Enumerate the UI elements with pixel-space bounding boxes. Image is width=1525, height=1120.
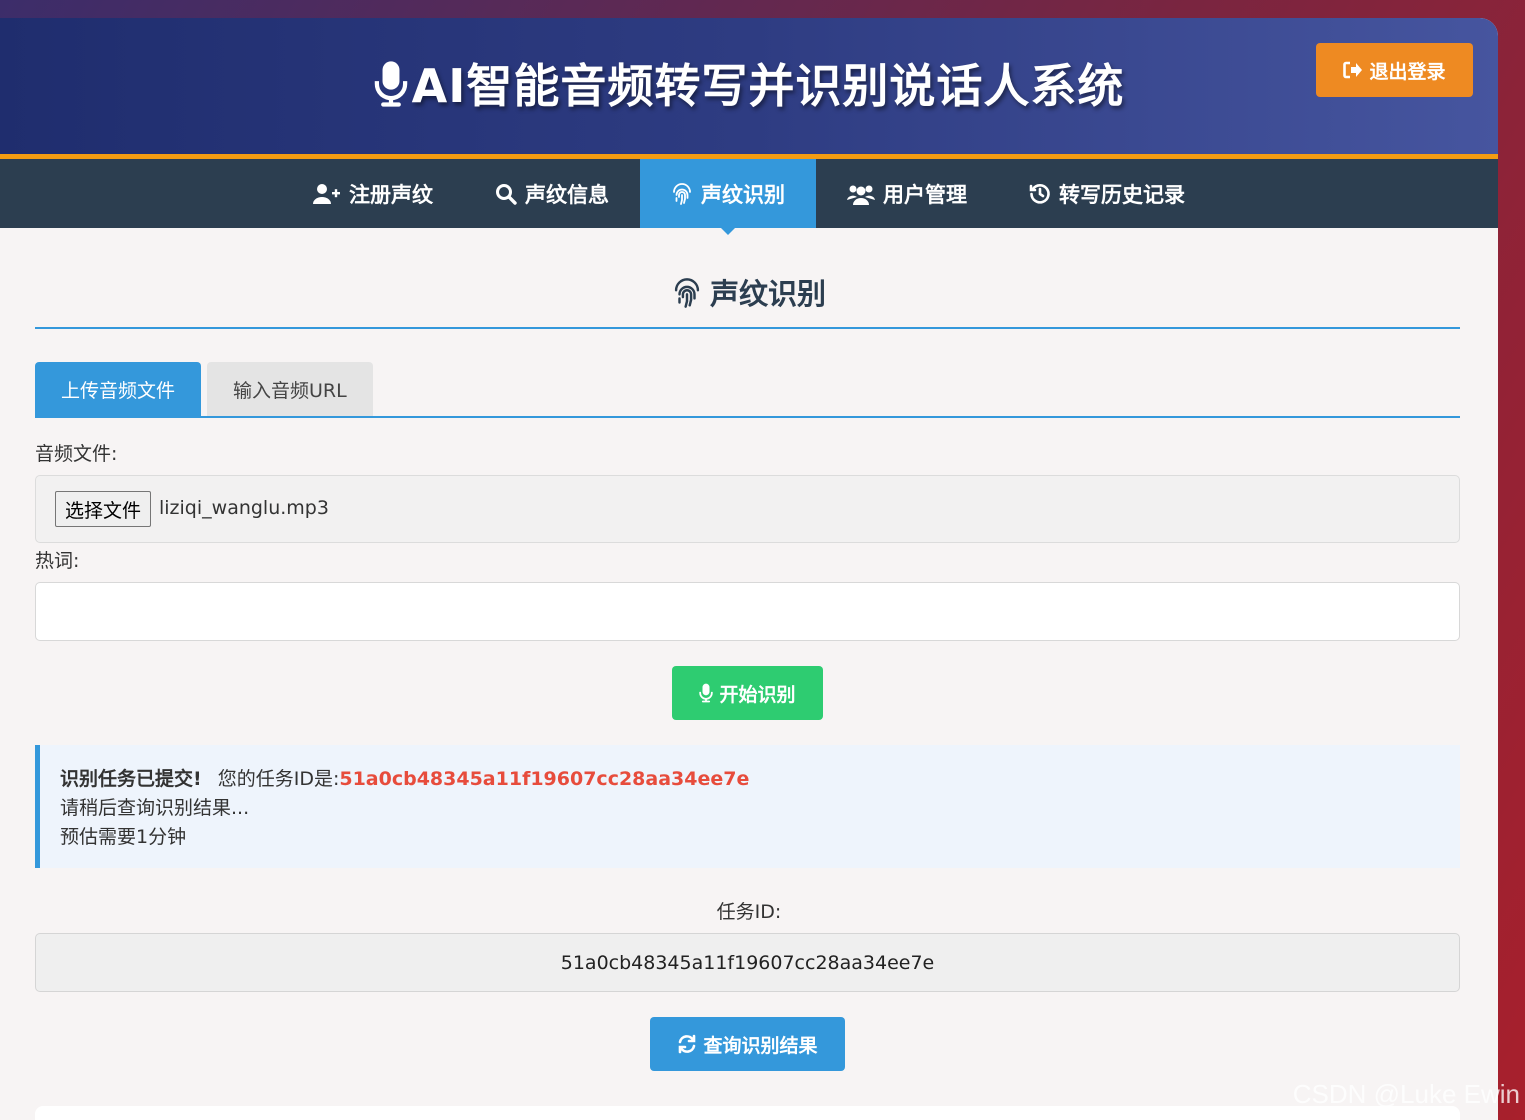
microphone-icon [699,683,714,703]
title-divider [35,327,1460,329]
fingerprint-icon [671,182,693,205]
nav-voiceprint-info[interactable]: 声纹信息 [464,159,640,228]
history-icon [1029,183,1051,205]
input-mode-tabs: 上传音频文件 输入音频URL [35,362,373,417]
query-result-button[interactable]: 查询识别结果 [650,1017,845,1071]
main-nav: 注册声纹 声纹信息 声纹识别 用户管理 转写历史记录 [0,159,1498,235]
notice-prefix: 您的任务ID是: [217,768,340,790]
tabs-divider [35,416,1460,418]
hotword-label: 热词: [35,550,80,572]
app-title-text: AI智能音频转写并识别说话人系统 [411,59,1125,113]
query-button-label: 查询识别结果 [703,1034,818,1057]
nav-register-voiceprint[interactable]: 注册声纹 [282,159,464,228]
notice-task-id: 51a0cb48345a11f19607cc28aa34ee7e [339,768,750,790]
nav-label: 声纹识别 [701,182,785,207]
nav-transcription-history[interactable]: 转写历史记录 [998,159,1216,228]
start-button-label: 开始识别 [719,683,796,706]
page-title: 声纹识别 [0,271,1498,313]
nav-label: 声纹信息 [525,182,609,207]
audio-file-label: 音频文件: [35,443,118,465]
results-panel [35,1106,1460,1120]
app-card: AI智能音频转写并识别说话人系统 退出登录 注册声纹 声纹信息 声纹识别 用户管… [0,18,1498,1120]
microphone-icon [374,60,408,108]
refresh-icon [677,1034,697,1054]
nav-user-management[interactable]: 用户管理 [816,159,998,228]
task-id-label: 任务ID: [716,901,782,923]
search-icon [495,183,517,205]
app-title: AI智能音频转写并识别说话人系统 [0,50,1498,116]
tab-upload-audio[interactable]: 上传音频文件 [35,362,202,417]
start-recognition-button[interactable]: 开始识别 [672,666,823,720]
task-submitted-notice: 识别任务已提交! 您的任务ID是:51a0cb48345a11f19607cc2… [35,745,1460,868]
notice-line-2: 请稍后查询识别结果... [60,797,250,819]
nav-voiceprint-recognition[interactable]: 声纹识别 [640,159,816,235]
audio-file-field: 选择文件 liziqi_wanglu.mp3 [35,475,1460,543]
tab-audio-url[interactable]: 输入音频URL [207,362,373,417]
selected-file-name: liziqi_wanglu.mp3 [159,497,329,519]
sign-out-icon [1343,61,1363,79]
logout-label: 退出登录 [1369,60,1446,83]
user-plus-icon [313,183,341,205]
hotword-input[interactable] [35,582,1460,641]
app-header: AI智能音频转写并识别说话人系统 退出登录 [0,18,1498,159]
logout-button[interactable]: 退出登录 [1316,43,1473,97]
nav-label: 注册声纹 [349,182,433,207]
nav-label: 用户管理 [883,182,967,207]
notice-line-3: 预估需要1分钟 [60,826,187,848]
choose-file-button[interactable]: 选择文件 [55,491,152,527]
task-id-field[interactable]: 51a0cb48345a11f19607cc28aa34ee7e [35,933,1460,992]
nav-label: 转写历史记录 [1059,182,1185,207]
users-icon [847,183,875,205]
watermark-text: CSDN @Luke Ewin [1292,1079,1520,1109]
fingerprint-icon [672,278,702,308]
page-title-text: 声纹识别 [709,277,826,311]
notice-strong: 识别任务已提交! [60,768,202,790]
notice-line-1: 识别任务已提交! 您的任务ID是:51a0cb48345a11f19607cc2… [60,765,1460,794]
